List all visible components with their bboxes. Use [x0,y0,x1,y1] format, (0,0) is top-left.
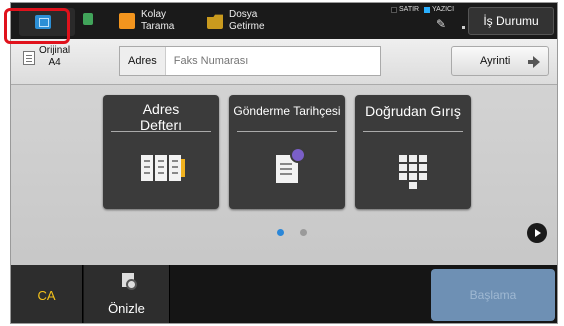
send-history-card[interactable]: Gönderme Tarihçesi [229,95,345,209]
fax-screen: Kolay Tarama Dosya Getirme SATIR YAZICI … [10,2,558,324]
card-divider [111,131,211,132]
direct-entry-card[interactable]: Doğrudan Gırış [355,95,471,209]
printer-status-label: YAZICI [432,6,455,13]
next-page-button[interactable] [527,223,547,243]
address-book-title: Adres Defterı [103,101,219,133]
clear-all-button[interactable]: CA [11,265,83,323]
easy-scan-button[interactable]: Kolay Tarama [119,5,174,37]
arrow-right-icon [528,56,540,68]
address-book-title-1: Adres [142,101,180,117]
original-setting[interactable]: Orijinal A4 [23,45,70,69]
line-status-label: SATIR [399,6,420,13]
easy-scan-label-2: Tarama [141,21,175,32]
preview-label: Önizle [108,301,145,316]
separator-dot [462,26,465,29]
send-history-title: Gönderme Tarihçesi [233,104,341,118]
card-divider [363,131,463,132]
folder-icon [207,14,223,29]
preview-icon [122,273,137,290]
line-status-icon [391,6,397,13]
bottom-bar: CA Önizle Başlama [11,265,557,323]
page-indicator [277,229,307,236]
start-button[interactable]: Başlama [431,269,555,321]
detail-button[interactable]: Ayrinti [451,46,549,76]
printer-status-icon [424,6,430,13]
card-divider [237,131,337,132]
green-shortcut-icon[interactable] [83,13,93,25]
keypad-icon [399,155,427,189]
tools-icon[interactable]: ✎ [436,17,446,31]
easy-scan-label-1: Kolay [141,9,167,20]
original-size: A4 [48,57,61,68]
printer-status: YAZICI [424,6,454,13]
file-retrieve-label-1: Dosya [229,9,258,20]
line-status: SATIR [391,6,419,13]
direct-entry-title: Doğrudan Gırış [365,103,461,119]
preview-button[interactable]: Önizle [84,265,170,323]
detail-button-label: Ayrinti [480,55,511,67]
scan-icon [119,13,135,29]
send-history-icon [276,147,306,183]
address-book-icon [141,155,185,181]
address-field: Adres [119,46,381,76]
job-status-button[interactable]: İş Durumu [468,7,554,35]
highlight-frame [4,8,70,44]
top-bar: Kolay Tarama Dosya Getirme SATIR YAZICI … [11,3,557,39]
file-retrieve-label-2: Getirme [229,21,265,32]
file-retrieve-button[interactable]: Dosya Getirme [207,5,265,37]
address-label: Adres [120,47,166,75]
address-book-card[interactable]: Adres Defterı [103,95,219,209]
page-dot[interactable] [300,229,307,236]
original-label: Orijinal [39,45,71,56]
page-dot-active[interactable] [277,229,284,236]
document-icon [23,51,35,65]
clock-icon [290,147,306,163]
fax-number-input[interactable] [165,55,366,67]
address-row: Orijinal A4 Adres Ayrinti [11,39,557,85]
